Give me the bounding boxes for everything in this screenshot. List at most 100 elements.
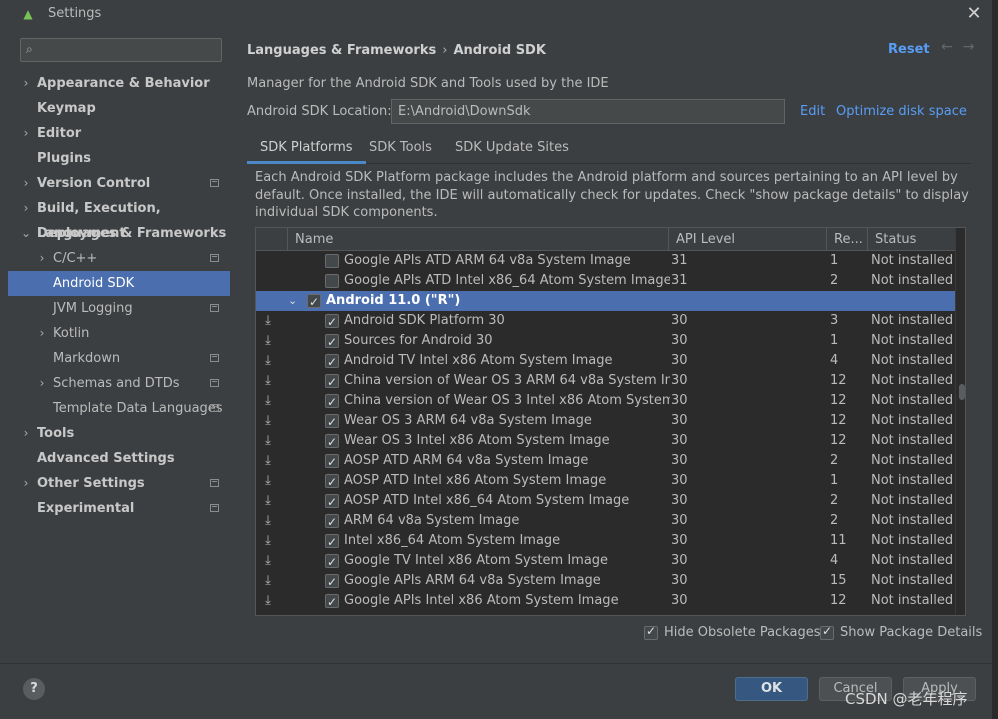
package-checkbox[interactable] [325,392,339,412]
edit-link[interactable]: Edit [800,104,825,119]
column-name[interactable]: Name [287,228,668,251]
dialog-footer: ? OK Cancel Apply [0,663,992,719]
chevron-right-icon[interactable]: › [20,421,32,446]
table-row[interactable]: ⤓ AOSP ATD Intel x86_64 Atom System Image… [256,491,955,512]
table-row[interactable]: ⤓ AOSP ATD ARM 64 v8a System Image 30 2 Not … [256,451,955,472]
package-checkbox[interactable] [325,472,339,492]
table-row[interactable]: Google APIs ATD ARM 64 v8a System Image 3… [256,251,955,271]
reset-link[interactable]: Reset [888,42,930,57]
package-checkbox[interactable] [325,432,339,452]
package-checkbox[interactable] [325,512,339,532]
chevron-right-icon[interactable]: › [36,321,48,346]
sidebar-item-advanced-settings[interactable]: Advanced Settings [8,446,230,471]
download-icon: ⤓ [265,533,271,548]
chevron-right-icon[interactable]: › [20,196,32,221]
table-row[interactable]: ⤓ Wear OS 3 Intel x86 Atom System Image 30… [256,431,955,452]
table-row[interactable]: ⤓ Google APIs Intel x86 Atom System Image… [256,591,955,612]
sidebar-item-experimental[interactable]: Experimental [8,496,230,521]
close-icon[interactable]: ✕ [962,2,986,26]
chevron-down-icon[interactable]: ⌄ [20,221,32,246]
chevron-right-icon[interactable]: › [20,471,32,496]
tab-sdk-update-sites[interactable]: SDK Update Sites [442,132,582,164]
package-checkbox[interactable] [325,352,339,372]
table-row[interactable]: ⤓ China version of Wear OS 3 ARM 64 v8a S… [256,371,955,392]
sidebar-item-label: Plugins [37,151,91,166]
tab-sdk-tools[interactable]: SDK Tools [356,132,445,164]
chevron-right-icon[interactable]: › [20,121,32,146]
tab-sdk-platforms[interactable]: SDK Platforms [247,132,366,164]
sidebar-item-languages-frameworks[interactable]: ⌄ Languages & Frameworks [8,221,230,246]
sidebar-item-editor[interactable]: › Editor [8,121,230,146]
column-revision[interactable]: Re... [826,228,867,251]
package-checkbox[interactable] [307,292,321,312]
cell-api: 31 [671,253,688,268]
package-checkbox[interactable] [325,452,339,472]
sidebar-item-plugins[interactable]: Plugins [8,146,230,171]
table-row[interactable]: ⤓ Google TV Intel x86 Atom System Image 30… [256,551,955,572]
download-icon: ⤓ [265,473,271,488]
sidebar-item-kotlin[interactable]: › Kotlin [8,321,230,346]
sidebar-item-label: Version Control [37,176,151,191]
column-status[interactable]: Status [867,228,955,251]
chevron-right-icon[interactable]: › [20,71,32,96]
package-checkbox[interactable] [325,552,339,572]
table-row[interactable]: ⤓ Android SDK Platform 30 30 3 Not installed [256,311,955,332]
hide-obsolete-checkbox[interactable] [644,624,658,640]
optimize-disk-space-link[interactable]: Optimize disk space [836,104,967,119]
package-checkbox[interactable] [325,332,339,352]
package-checkbox[interactable] [325,532,339,552]
cell-api: 30 [671,413,688,428]
ok-button[interactable]: OK [735,677,808,701]
sidebar-item-c-c[interactable]: › C/C++ [8,246,230,271]
sidebar-item-keymap[interactable]: Keymap [8,96,230,121]
package-checkbox[interactable] [325,312,339,332]
package-checkbox[interactable] [325,254,339,268]
package-checkbox[interactable] [325,274,339,288]
table-row[interactable]: ⤓ Android TV Intel x86 Atom System Image 3… [256,351,955,372]
expand-toggle-icon[interactable]: ⌄ [288,291,297,311]
table-row[interactable]: ⤓ AOSP ATD Intel x86 Atom System Image 30 1… [256,471,955,492]
sidebar-item-build-execution-deployment[interactable]: › Build, Execution, Deployment [8,196,230,241]
forward-arrow-icon[interactable]: → [963,39,985,55]
sidebar-item-other-settings[interactable]: › Other Settings [8,471,230,496]
sidebar-item-version-control[interactable]: › Version Control [8,171,230,196]
sidebar-item-label: Other Settings [37,476,145,491]
search-input[interactable]: ⌕ [20,38,222,62]
table-row[interactable]: ⤓ ARM 64 v8a System Image 30 2 Not installed [256,511,955,532]
chevron-right-icon[interactable]: › [36,371,48,396]
sidebar-item-appearance-behavior[interactable]: › Appearance & Behavior [8,71,230,96]
help-icon[interactable]: ? [23,678,45,700]
table-group-row[interactable]: ⌄ Android 11.0 ("R") [256,291,955,312]
show-details-checkbox[interactable] [820,624,834,640]
table-row[interactable]: Google APIs ATD Intel x86_64 Atom System… [256,271,955,291]
back-arrow-icon[interactable]: ← [941,39,963,55]
sidebar-item-template-data-languages[interactable]: Template Data Languages [8,396,230,421]
breadcrumb-parent[interactable]: Languages & Frameworks [247,43,436,58]
sidebar-item-schemas-and-dtds[interactable]: › Schemas and DTDs [8,371,230,396]
package-checkbox[interactable] [325,372,339,392]
sidebar-item-markdown[interactable]: Markdown [8,346,230,371]
sidebar-item-label: Tools [37,426,75,441]
package-checkbox[interactable] [325,572,339,592]
table-row[interactable]: ⤓ Sources for Android 30 30 1 Not installed [256,331,955,352]
table-row[interactable]: ⤓ Intel x86_64 Atom System Image 30 11 Not i… [256,531,955,552]
sdk-location-field[interactable]: E:\Android\DownSdk [391,99,785,124]
download-icon: ⤓ [265,493,271,508]
sidebar-item-android-sdk[interactable]: Android SDK [8,271,230,296]
cell-rev: 2 [830,513,839,528]
chevron-right-icon[interactable]: › [20,171,32,196]
table-scrollbar[interactable] [955,228,965,615]
column-api-level[interactable]: API Level [668,228,826,251]
sidebar-item-label: Template Data Languages [53,401,223,416]
sidebar-item-jvm-logging[interactable]: JVM Logging [8,296,230,321]
package-checkbox[interactable] [325,412,339,432]
table-row[interactable]: ⤓ Google APIs ARM 64 v8a System Image 30 15… [256,571,955,592]
table-row[interactable]: ⤓ China version of Wear OS 3 Intel x86 At… [256,391,955,412]
cell-rev: 3 [830,313,839,328]
sidebar-item-tools[interactable]: › Tools [8,421,230,446]
scrollbar-thumb[interactable] [959,384,965,400]
table-row[interactable]: ⤓ Wear OS 3 ARM 64 v8a System Image 30 12 No… [256,411,955,432]
chevron-right-icon[interactable]: › [36,246,48,271]
package-checkbox[interactable] [325,592,339,612]
package-checkbox[interactable] [325,492,339,512]
